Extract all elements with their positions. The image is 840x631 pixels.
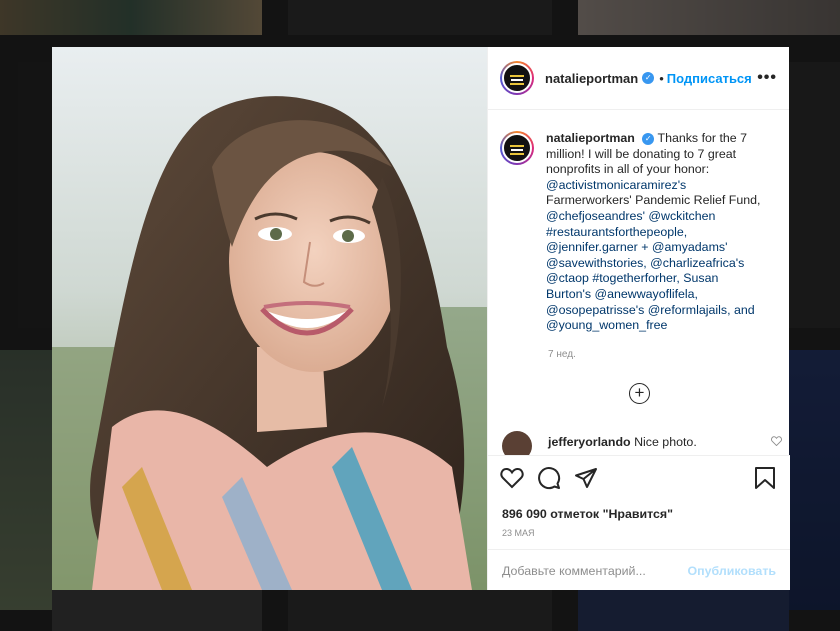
caption-text-line: nonprofits in all of your honor:	[546, 162, 710, 177]
caption-text-line: Farmerworkers' Pandemic Relief Fund,	[546, 193, 761, 208]
post-side-panel: natalieportman ✓ • Подписаться ••• natal…	[487, 47, 790, 590]
avatar-logo-icon	[502, 63, 532, 93]
action-icons	[500, 466, 778, 492]
caption-text: natalieportman ✓ Thanks for the 7 million…	[546, 131, 782, 334]
share-icon[interactable]	[574, 466, 598, 490]
caption-link-line[interactable]: #restaurantsforthepeople,	[546, 225, 687, 239]
post-header: natalieportman ✓ • Подписаться •••	[488, 47, 789, 110]
caption-link-line[interactable]: @young_women_free	[546, 318, 667, 332]
author-avatar[interactable]	[500, 61, 534, 95]
verified-icon: ✓	[642, 72, 655, 84]
comment-input[interactable]	[502, 563, 688, 578]
avatar-logo-icon	[502, 133, 532, 163]
post-photo[interactable]	[52, 47, 487, 590]
caption-link-line[interactable]: @chefjoseandres' @wckitchen	[546, 209, 715, 223]
author-username[interactable]: natalieportman	[545, 71, 638, 86]
comment-heart-icon[interactable]	[771, 435, 782, 449]
separator-dot: •	[659, 70, 664, 86]
caption-text-line: million! I will be donating to 7 great	[546, 146, 737, 161]
comment-body: Nice photo.	[634, 435, 697, 449]
caption-username[interactable]: natalieportman	[546, 131, 635, 145]
add-comment-bar: Опубликовать	[488, 549, 790, 591]
comment-item: jefferyorlando Nice photo.	[502, 431, 782, 461]
likes-count[interactable]: 896 090 отметок "Нравится"	[502, 507, 673, 521]
comment-text: jefferyorlando Nice photo.	[548, 435, 697, 449]
post-modal: natalieportman ✓ • Подписаться ••• natal…	[52, 47, 790, 590]
publish-button[interactable]: Опубликовать	[688, 564, 776, 578]
follow-button[interactable]: Подписаться	[667, 71, 752, 86]
post-date[interactable]: 23 мая	[502, 528, 535, 538]
comment-username[interactable]: jefferyorlando	[548, 435, 631, 449]
comment-icon[interactable]	[537, 466, 561, 490]
bookmark-icon[interactable]	[754, 466, 776, 490]
verified-icon: ✓	[642, 132, 655, 145]
caption-author-avatar[interactable]	[500, 131, 534, 165]
caption-link-line[interactable]: @activistmonicaramirez's	[546, 178, 686, 192]
caption-link-line[interactable]: @ctaop #togetherforher, Susan	[546, 271, 718, 285]
caption-text-line: Thanks for the 7	[657, 131, 748, 145]
portrait-image	[52, 47, 487, 590]
load-more-comments-plus-circle-icon[interactable]: +	[629, 383, 650, 404]
caption-link-line[interactable]: @savewithstories, @charlizeafrica's	[546, 256, 744, 270]
caption-link-line[interactable]: Burton's @anewwayoflifela,	[546, 287, 698, 301]
caption-link-line[interactable]: @jennifer.garner + @amyadams'	[546, 240, 727, 254]
heart-icon[interactable]	[500, 466, 524, 490]
post-caption: natalieportman ✓ Thanks for the 7 million…	[500, 131, 784, 334]
post-time-ago[interactable]: 7 нед.	[548, 349, 576, 360]
more-icon[interactable]: •••	[757, 69, 777, 87]
caption-link-line[interactable]: @osopepatrisse's @reformlajails, and	[546, 303, 755, 317]
post-actions: 896 090 отметок "Нравится" 23 мая Опубли…	[488, 455, 790, 590]
